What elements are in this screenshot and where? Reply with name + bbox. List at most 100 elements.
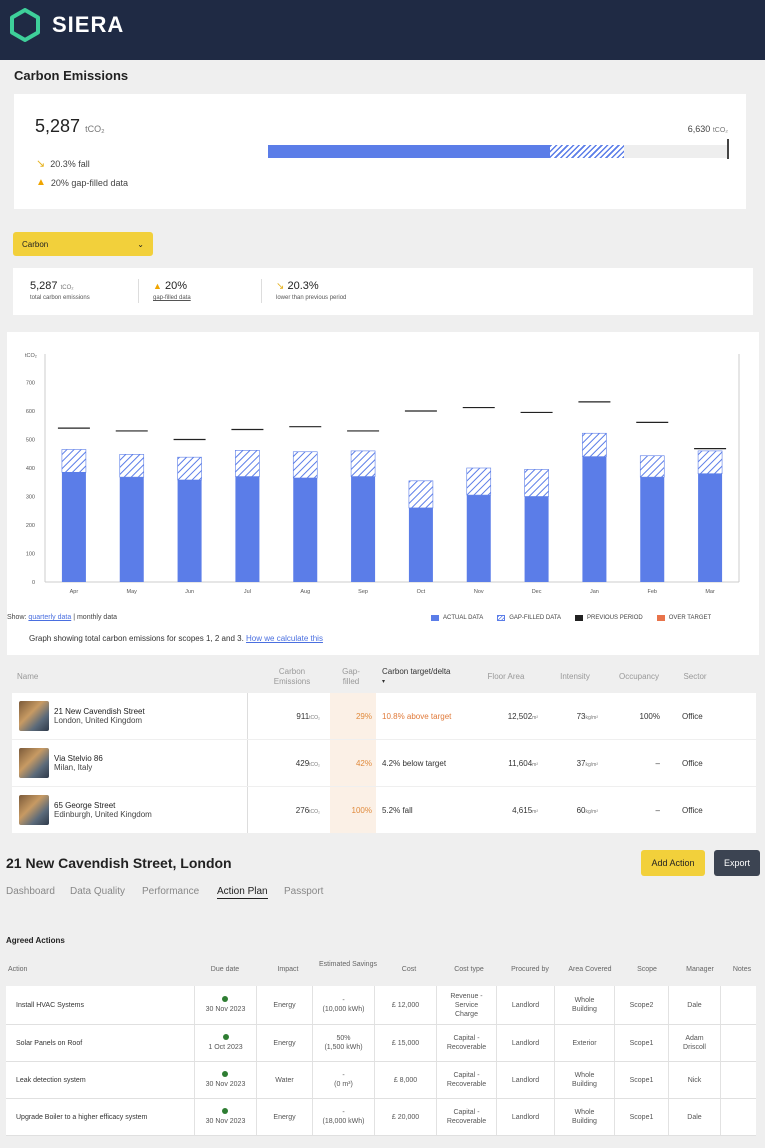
area-value: 4,615 bbox=[512, 806, 533, 815]
emissions-value: 429 bbox=[295, 759, 310, 768]
action-row[interactable]: Solar Panels on Roof 1 Oct 2023 Energy 50% (… bbox=[6, 1025, 756, 1062]
legend-over-target: OVER TARGET bbox=[656, 615, 711, 621]
bar-gap-filled bbox=[408, 480, 434, 509]
col-area[interactable]: Floor Area bbox=[480, 672, 532, 682]
cost-type-line: Capital - bbox=[453, 1109, 480, 1116]
cost-type-line: Charge bbox=[455, 1010, 478, 1018]
chart-view-toggle: Show: quarterly data | monthly data bbox=[7, 614, 117, 621]
x-tick-label: Mar bbox=[705, 589, 715, 595]
col-occupancy[interactable]: Occupancy bbox=[612, 672, 666, 682]
cost-type-cell: Capital - Recoverable bbox=[436, 1025, 496, 1061]
cost-cell: £ 15,000 bbox=[374, 1025, 436, 1061]
table-row[interactable]: 65 George Street Edinburgh, United Kingdo… bbox=[12, 787, 756, 833]
savings-cell: 50% (1,500 kWh) bbox=[312, 1025, 374, 1061]
x-tick-label: Jun bbox=[185, 589, 194, 595]
col-intensity[interactable]: Intensity bbox=[551, 672, 599, 682]
kpi-total-label: total carbon emissions bbox=[30, 295, 90, 301]
bar-gap-filled bbox=[235, 450, 260, 477]
legend-swatch bbox=[575, 615, 584, 621]
x-tick-label: Feb bbox=[648, 589, 657, 595]
table-row[interactable]: 21 New Cavendish Street London, United Ki… bbox=[12, 693, 756, 739]
act-col-scope: Scope bbox=[637, 966, 657, 973]
cost-type-line: Capital - bbox=[453, 1072, 480, 1079]
col-name[interactable]: Name bbox=[17, 672, 38, 682]
manager-cell: Dale bbox=[668, 986, 720, 1024]
table-row[interactable]: Via Stelvio 86 Milan, Italy 429tCO₂ 42% 4.2%… bbox=[12, 740, 756, 786]
add-action-button[interactable]: Add Action bbox=[641, 850, 705, 876]
legend-label: GAP-FILLED DATA bbox=[509, 615, 562, 621]
manager-line: Dale bbox=[687, 1113, 702, 1121]
emissions-unit: tCO₂ bbox=[309, 809, 320, 815]
cost-type-line: Recoverable bbox=[446, 1044, 487, 1051]
cost-type-line: Revenue - bbox=[450, 992, 483, 1000]
legend-previous: PREVIOUS PERIOD bbox=[575, 615, 643, 621]
act-col-action: Action bbox=[8, 966, 28, 973]
monthly-data-link[interactable]: monthly data bbox=[77, 614, 117, 621]
tab-action-plan[interactable]: Action Plan bbox=[217, 886, 268, 899]
col-gap-l1: Gap- bbox=[342, 667, 360, 676]
tab-dashboard[interactable]: Dashboard bbox=[6, 886, 55, 897]
action-row[interactable]: Upgrade Boiler to a higher efficacy syst… bbox=[6, 1099, 756, 1136]
col-emissions[interactable]: Carbon Emissions bbox=[262, 667, 322, 687]
procured-cell: Landlord bbox=[496, 986, 554, 1024]
action-row[interactable]: Leak detection system 30 Nov 2023 Water - (0… bbox=[6, 1062, 756, 1099]
kpi-change: ↘ 20.3% lower than previous period bbox=[276, 280, 346, 301]
area-cell: 12,502m² bbox=[480, 712, 538, 721]
chart-card: tCO₂ 100 200 300 400 500 600 700 0 Apr May Jun Jul Au… bbox=[7, 332, 759, 655]
bar-actual bbox=[698, 473, 723, 582]
siera-logo-icon[interactable] bbox=[8, 8, 42, 42]
intensity-value: 37 bbox=[576, 759, 586, 768]
building-location: Milan, Italy bbox=[54, 763, 93, 772]
tab-passport[interactable]: Passport bbox=[284, 886, 323, 897]
building-title: 21 New Cavendish Street, London bbox=[6, 855, 232, 871]
act-col-impact: Impact bbox=[277, 966, 299, 973]
manager-cell: Adam Driscoll bbox=[668, 1025, 720, 1061]
intensity-value: 60 bbox=[576, 806, 586, 815]
manager-line: Adam bbox=[685, 1035, 704, 1042]
metric-dropdown[interactable]: Carbon ⌄ bbox=[13, 232, 153, 256]
y-tick-label: 300 bbox=[26, 495, 35, 501]
y-tick-label: 700 bbox=[26, 381, 35, 387]
due-date: 30 Nov 2023 bbox=[205, 1118, 246, 1125]
how-we-calculate-link[interactable]: How we calculate this bbox=[246, 634, 323, 643]
intensity-unit: kg/m² bbox=[585, 715, 599, 721]
action-row[interactable]: Install HVAC Systems 30 Nov 2023 Energy - (1… bbox=[6, 986, 756, 1025]
legend-swatch bbox=[431, 615, 439, 621]
cost-type-line: Capital - bbox=[453, 1035, 480, 1042]
bar-actual bbox=[466, 495, 491, 582]
sector-value: Office bbox=[682, 759, 703, 768]
emissions-summary-card: 5,287 tCO₂ ↘ 20.3% fall ▲ 20% gap-filled… bbox=[14, 94, 746, 209]
divider bbox=[261, 279, 262, 303]
cost-type-line: Recoverable bbox=[446, 1081, 487, 1088]
act-col-savings: Estimated Savings bbox=[319, 961, 377, 968]
target-label: 6,630 tCO₂ bbox=[688, 124, 728, 134]
quarterly-data-link[interactable]: quarterly data bbox=[28, 614, 71, 621]
x-tick-label: Sep bbox=[358, 589, 368, 595]
kpi-gap-label[interactable]: gap-filled data bbox=[153, 295, 191, 301]
y-tick-label: 0 bbox=[32, 580, 35, 586]
notes-cell bbox=[720, 1099, 750, 1135]
kpi-change-value: 20.3% bbox=[287, 280, 319, 292]
area-cell: Whole Building bbox=[554, 1062, 614, 1098]
export-button[interactable]: Export bbox=[714, 850, 760, 876]
divider bbox=[247, 740, 248, 786]
intensity-unit: kg/m² bbox=[585, 762, 599, 768]
col-gap[interactable]: Gap-filled bbox=[330, 667, 372, 687]
brand-name[interactable]: SIERA bbox=[52, 12, 124, 38]
trend-down-icon: ↘ bbox=[276, 281, 285, 292]
bar-actual bbox=[524, 496, 549, 582]
tab-data-quality[interactable]: Data Quality bbox=[70, 886, 125, 897]
x-tick-label: Dec bbox=[532, 589, 542, 595]
impact-cell: Water bbox=[256, 1062, 312, 1098]
col-sector[interactable]: Sector bbox=[680, 672, 710, 682]
target-delta: 5.2% fall bbox=[382, 806, 413, 815]
col-target-label: Carbon target/delta bbox=[382, 667, 451, 676]
cost-type-cell: Capital - Recoverable bbox=[436, 1062, 496, 1098]
col-target[interactable]: Carbon target/delta ▾ bbox=[382, 667, 451, 687]
bar-gap-filled bbox=[61, 449, 87, 473]
tab-performance[interactable]: Performance bbox=[142, 886, 199, 897]
legend-actual: ACTUAL DATA bbox=[431, 615, 483, 621]
impact-cell: Energy bbox=[256, 986, 312, 1024]
building-location: Edinburgh, United Kingdom bbox=[54, 810, 152, 819]
area-cell: Exterior bbox=[554, 1025, 614, 1061]
